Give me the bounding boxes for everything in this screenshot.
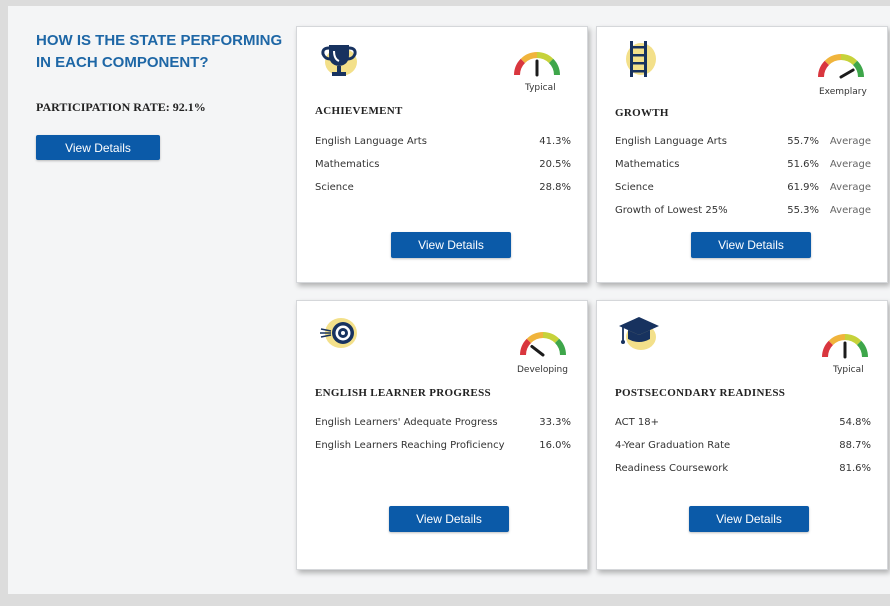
target-icon bbox=[317, 311, 361, 355]
metric-row: English Learners' Adequate Progress 33.3… bbox=[315, 411, 571, 434]
metric-value: 41.3% bbox=[539, 136, 571, 147]
gauge-rating-label: Typical bbox=[525, 83, 556, 93]
performance-gauge-icon bbox=[514, 52, 560, 77]
metric-list: English Language Arts 41.3% Mathematics … bbox=[315, 130, 571, 199]
trophy-icon bbox=[317, 37, 361, 81]
gauge-rating-label: Exemplary bbox=[819, 87, 867, 97]
gauge-rating-label: Developing bbox=[517, 365, 568, 375]
intro-panel: HOW IS THE STATE PERFORMING IN EACH COMP… bbox=[36, 30, 286, 160]
metric-value: 55.7% bbox=[787, 136, 819, 147]
metric-value: 55.3% bbox=[787, 205, 819, 216]
page-title: HOW IS THE STATE PERFORMING IN EACH COMP… bbox=[36, 32, 283, 71]
metric-value: 88.7% bbox=[839, 440, 871, 451]
metric-value: 28.8% bbox=[539, 182, 571, 193]
card-title: POSTSECONDARY READINESS bbox=[615, 387, 786, 399]
metric-label: 4-Year Graduation Rate bbox=[615, 440, 731, 451]
achievement-view-details-button[interactable]: View Details bbox=[391, 232, 511, 258]
growth-view-details-button[interactable]: View Details bbox=[691, 232, 811, 258]
metric-label: Mathematics bbox=[315, 159, 380, 170]
participation-view-details-button[interactable]: View Details bbox=[36, 135, 160, 160]
metric-value: 20.5% bbox=[539, 159, 571, 170]
metric-list: English Language Arts 55.7% Average Math… bbox=[615, 130, 871, 222]
metric-row: English Learners Reaching Proficiency 16… bbox=[315, 434, 571, 457]
card-title: ACHIEVEMENT bbox=[315, 105, 403, 117]
postsecondary-view-details-button[interactable]: View Details bbox=[689, 506, 809, 532]
metric-rating: Average bbox=[829, 159, 871, 170]
performance-gauge-icon bbox=[822, 334, 868, 359]
postsecondary-readiness-card: Typical POSTSECONDARY READINESS ACT 18+ … bbox=[596, 300, 888, 570]
metric-row: English Language Arts 55.7% Average bbox=[615, 130, 871, 153]
metric-value: 61.9% bbox=[787, 182, 819, 193]
metric-row: Science 61.9% Average bbox=[615, 176, 871, 199]
participation-rate: PARTICIPATION RATE: 92.1% bbox=[36, 100, 206, 114]
metric-label: English Language Arts bbox=[615, 136, 727, 147]
metric-row: Growth of Lowest 25% 55.3% Average bbox=[615, 199, 871, 222]
metric-row: Readiness Coursework 81.6% bbox=[615, 457, 871, 480]
metric-value: 51.6% bbox=[787, 159, 819, 170]
graduation-cap-icon bbox=[617, 311, 661, 355]
card-title: ENGLISH LEARNER PROGRESS bbox=[315, 387, 491, 399]
metric-rating: Average bbox=[829, 182, 871, 193]
metric-value: 16.0% bbox=[539, 440, 571, 451]
metric-label: ACT 18+ bbox=[615, 417, 660, 428]
dashboard-page: HOW IS THE STATE PERFORMING IN EACH COMP… bbox=[8, 6, 890, 594]
ladder-icon bbox=[617, 37, 661, 81]
metric-label: Science bbox=[315, 182, 354, 193]
performance-gauge-icon bbox=[520, 332, 566, 357]
metric-value: 81.6% bbox=[839, 463, 871, 474]
metric-label: Growth of Lowest 25% bbox=[615, 205, 728, 216]
metric-value: 33.3% bbox=[539, 417, 571, 428]
metric-label: Readiness Coursework bbox=[615, 463, 729, 474]
metric-label: English Language Arts bbox=[315, 136, 427, 147]
metric-list: ACT 18+ 54.8% 4-Year Graduation Rate 88.… bbox=[615, 411, 871, 480]
metric-list: English Learners' Adequate Progress 33.3… bbox=[315, 411, 571, 457]
performance-gauge-icon bbox=[818, 54, 864, 79]
metric-label: English Learners Reaching Proficiency bbox=[315, 440, 505, 451]
metric-row: 4-Year Graduation Rate 88.7% bbox=[615, 434, 871, 457]
english-learner-view-details-button[interactable]: View Details bbox=[389, 506, 509, 532]
metric-row: Mathematics 51.6% Average bbox=[615, 153, 871, 176]
metric-label: Science bbox=[615, 182, 654, 193]
metric-row: English Language Arts 41.3% bbox=[315, 130, 571, 153]
metric-row: Mathematics 20.5% bbox=[315, 153, 571, 176]
metric-label: Mathematics bbox=[615, 159, 680, 170]
growth-card: Exemplary GROWTH English Language Arts 5… bbox=[596, 26, 888, 283]
metric-row: Science 28.8% bbox=[315, 176, 571, 199]
english-learner-progress-card: Developing ENGLISH LEARNER PROGRESS Engl… bbox=[296, 300, 588, 570]
metric-value: 54.8% bbox=[839, 417, 871, 428]
metric-rating: Average bbox=[829, 205, 871, 216]
gauge-rating-label: Typical bbox=[833, 365, 864, 375]
card-title: GROWTH bbox=[615, 107, 669, 119]
metric-row: ACT 18+ 54.8% bbox=[615, 411, 871, 434]
achievement-card: Typical ACHIEVEMENT English Language Art… bbox=[296, 26, 588, 283]
metric-label: English Learners' Adequate Progress bbox=[315, 417, 498, 428]
metric-rating: Average bbox=[829, 136, 871, 147]
